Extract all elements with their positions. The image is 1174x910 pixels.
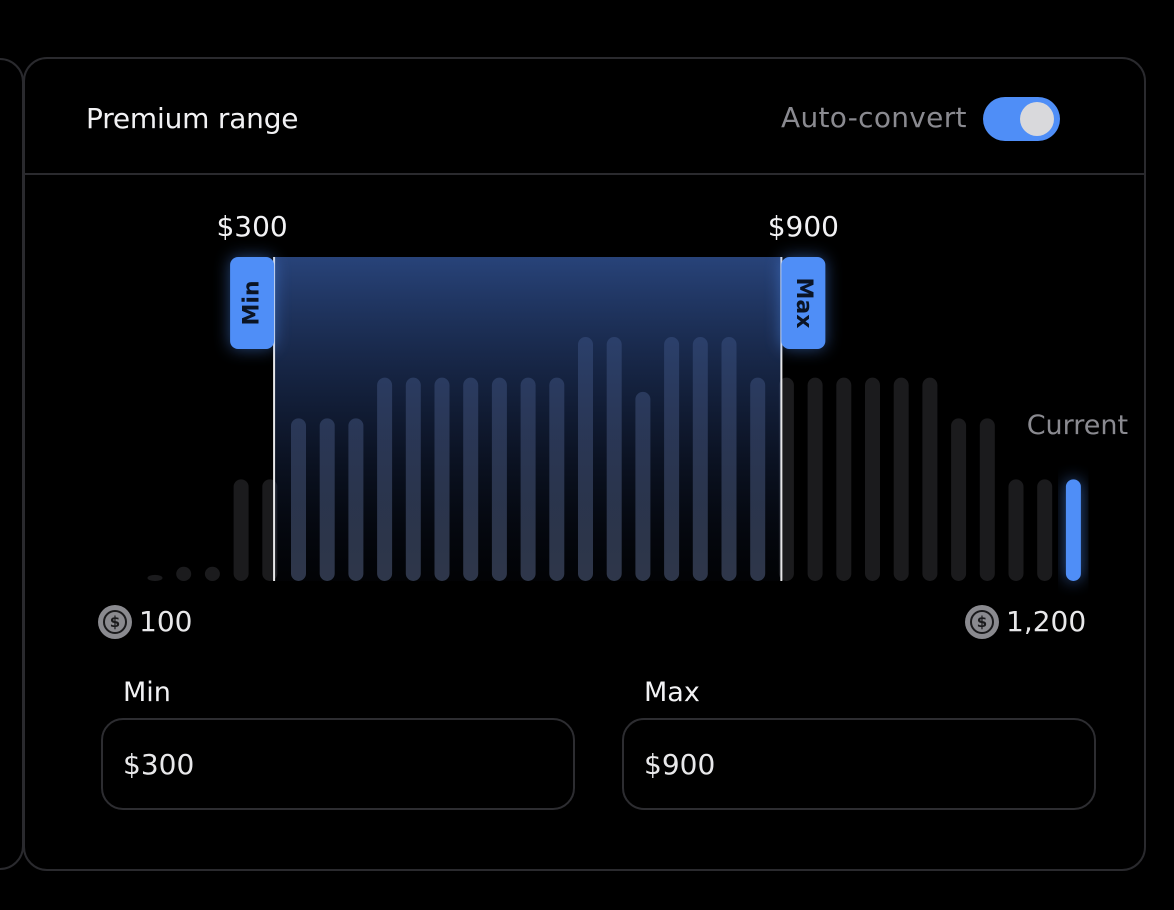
max-input[interactable] [624,720,1094,808]
histogram-bar [176,566,192,581]
current-label: Current [1027,410,1128,441]
premium-histogram: Min Max $300 $900 Current [147,210,1128,581]
min-input[interactable] [103,720,573,808]
histogram-bar [807,377,823,581]
histogram-bar [979,418,995,581]
range-end-label: 1,200 [1006,605,1087,638]
min-field-label: Min [123,677,171,708]
max-handle[interactable]: Max [781,257,826,349]
min-handle[interactable]: Min [230,257,275,349]
min-handle-label: Min [240,280,265,325]
min-field[interactable] [101,718,575,810]
histogram-bar [865,377,880,581]
stage: Premium range Auto-convert Min Max $300 $90… [0,0,1174,910]
dollar-coin-icon: $ [98,605,132,639]
current-bar [1065,479,1081,581]
histogram-bar [147,574,163,581]
histogram-bar [951,418,967,581]
dollar-coin-icon: $ [965,605,999,639]
histogram-bar [893,377,909,581]
selected-range-band [274,257,782,581]
histogram-bar [1008,479,1024,581]
max-value-label: $900 [768,210,839,243]
histogram-bar [1037,479,1053,581]
max-field-label: Max [644,677,700,708]
adjacent-panel [0,58,24,870]
histogram-bar [836,377,852,581]
histogram-bar [233,479,249,581]
max-handle-label: Max [791,278,816,329]
min-value-label: $300 [216,210,287,243]
histogram-bar [922,377,938,581]
premium-range-card: Premium range Auto-convert Min Max $300 $90… [23,57,1146,871]
histogram-bar [204,566,220,581]
range-start-label: 100 [139,605,193,638]
max-field[interactable] [622,718,1096,810]
